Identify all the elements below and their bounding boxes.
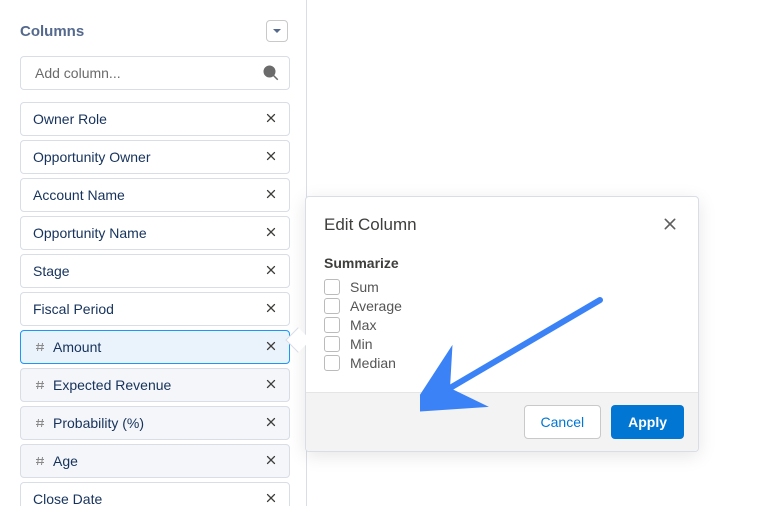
remove-column-button[interactable] [263, 225, 279, 241]
close-icon [265, 263, 277, 279]
columns-menu-trigger[interactable] [266, 20, 288, 42]
popover-title: Edit Column [324, 215, 417, 235]
summarize-option[interactable]: Median [324, 355, 680, 371]
column-label: Age [53, 453, 263, 469]
column-item[interactable]: Expected Revenue [20, 368, 290, 402]
summarize-option[interactable]: Min [324, 336, 680, 352]
column-label: Expected Revenue [53, 377, 263, 393]
summarize-option-label: Min [350, 336, 373, 352]
close-icon [265, 187, 277, 203]
columns-panel: Columns Owner Role Opportunity Owner Accou… [0, 0, 307, 506]
remove-column-button[interactable] [263, 149, 279, 165]
summarize-option[interactable]: Max [324, 317, 680, 333]
remove-column-button[interactable] [263, 377, 279, 393]
number-icon [33, 378, 47, 392]
close-icon [265, 301, 277, 317]
search-icon [262, 64, 280, 82]
popover-footer: Cancel Apply [306, 392, 698, 451]
popover-header: Edit Column [306, 197, 698, 241]
close-icon [265, 453, 277, 469]
column-label: Opportunity Owner [33, 149, 263, 165]
remove-column-button[interactable] [263, 301, 279, 317]
checkbox[interactable] [324, 317, 340, 333]
close-icon [265, 339, 277, 355]
checkbox[interactable] [324, 298, 340, 314]
remove-column-button[interactable] [263, 263, 279, 279]
checkbox[interactable] [324, 355, 340, 371]
summarize-options: Sum Average Max Min Median [324, 279, 680, 371]
edit-column-popover: Edit Column Summarize Sum Average Max Min Me… [305, 196, 699, 452]
add-column-search [20, 56, 290, 90]
close-icon [662, 216, 678, 235]
column-label: Amount [53, 339, 263, 355]
column-item[interactable]: Opportunity Name [20, 216, 290, 250]
column-item[interactable]: Opportunity Owner [20, 140, 290, 174]
close-icon [265, 491, 277, 506]
column-label: Probability (%) [53, 415, 263, 431]
number-icon [33, 454, 47, 468]
summarize-option[interactable]: Average [324, 298, 680, 314]
column-item[interactable]: Age [20, 444, 290, 478]
summarize-option-label: Max [350, 317, 376, 333]
chevron-down-icon [272, 23, 282, 39]
remove-column-button[interactable] [263, 453, 279, 469]
columns-list: Owner Role Opportunity Owner Account Name O… [20, 102, 290, 506]
column-item[interactable]: Account Name [20, 178, 290, 212]
column-item[interactable]: Probability (%) [20, 406, 290, 440]
popover-close-button[interactable] [660, 215, 680, 235]
summarize-heading: Summarize [324, 255, 680, 271]
remove-column-button[interactable] [263, 111, 279, 127]
number-icon [33, 416, 47, 430]
column-label: Fiscal Period [33, 301, 263, 317]
column-item[interactable]: Owner Role [20, 102, 290, 136]
cancel-button[interactable]: Cancel [524, 405, 602, 439]
columns-title: Columns [20, 23, 84, 40]
app-root: Columns Owner Role Opportunity Owner Accou… [0, 0, 761, 506]
column-item[interactable]: Fiscal Period [20, 292, 290, 326]
column-label: Owner Role [33, 111, 263, 127]
add-column-input[interactable] [20, 56, 290, 90]
column-label: Account Name [33, 187, 263, 203]
number-icon [33, 340, 47, 354]
remove-column-button[interactable] [263, 415, 279, 431]
apply-button[interactable]: Apply [611, 405, 684, 439]
columns-header: Columns [20, 20, 290, 42]
close-icon [265, 415, 277, 431]
checkbox[interactable] [324, 279, 340, 295]
column-label: Close Date [33, 491, 263, 506]
checkbox[interactable] [324, 336, 340, 352]
close-icon [265, 149, 277, 165]
remove-column-button[interactable] [263, 491, 279, 506]
summarize-option-label: Median [350, 355, 396, 371]
column-item[interactable]: Stage [20, 254, 290, 288]
popover-body: Summarize Sum Average Max Min Median [306, 241, 698, 392]
column-label: Stage [33, 263, 263, 279]
summarize-option-label: Average [350, 298, 402, 314]
close-icon [265, 377, 277, 393]
summarize-option[interactable]: Sum [324, 279, 680, 295]
summarize-option-label: Sum [350, 279, 379, 295]
close-icon [265, 111, 277, 127]
column-item[interactable]: Amount [20, 330, 290, 364]
close-icon [265, 225, 277, 241]
column-item[interactable]: Close Date [20, 482, 290, 506]
column-label: Opportunity Name [33, 225, 263, 241]
remove-column-button[interactable] [263, 187, 279, 203]
remove-column-button[interactable] [263, 339, 279, 355]
